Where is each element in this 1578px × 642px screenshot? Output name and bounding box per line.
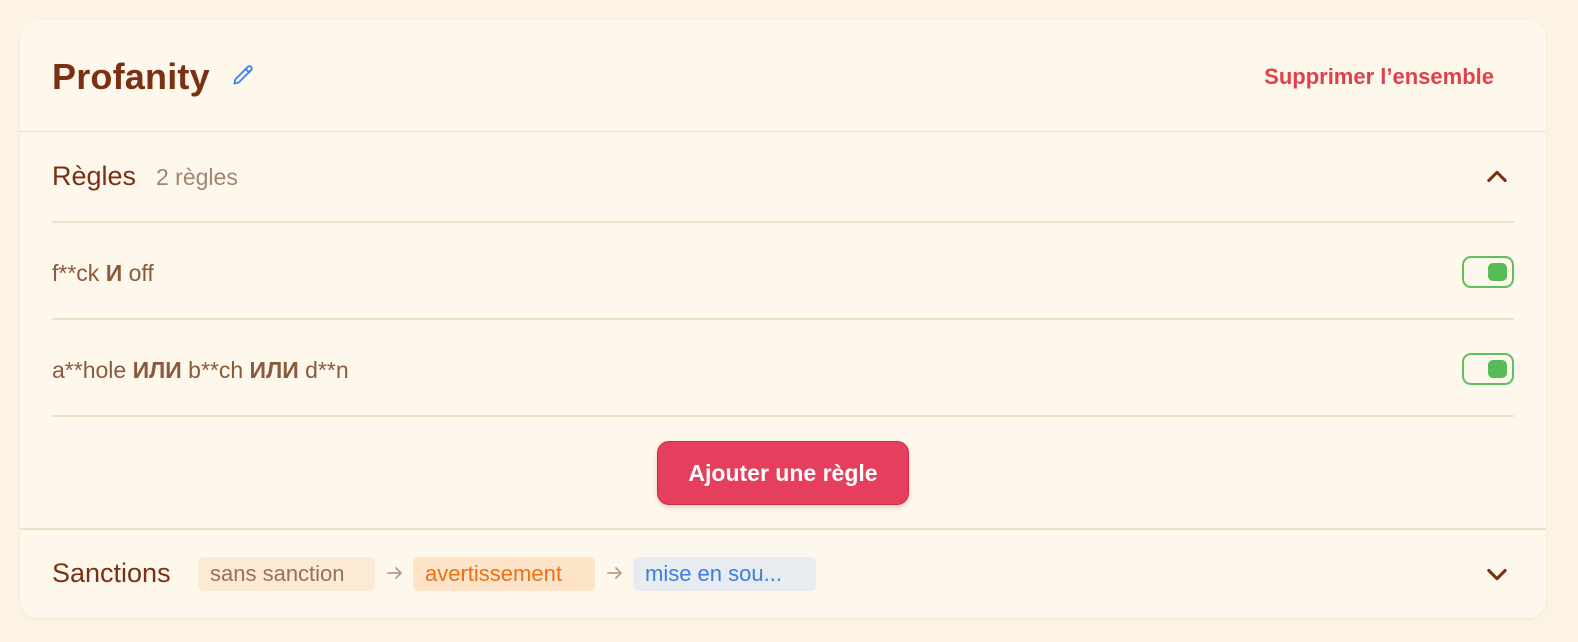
rules-section-title: Règles <box>52 161 137 191</box>
pencil-icon[interactable] <box>230 63 256 89</box>
rule-expression: a**hole ИЛИ b**ch ИЛИ d**n <box>52 357 349 384</box>
chevron-up-icon[interactable] <box>1483 163 1511 191</box>
rule-operator: ИЛИ <box>132 357 182 383</box>
sanctions-section-header[interactable]: Sanctions sans sanction avertissement mi… <box>52 530 1514 618</box>
sanctions-section-title: Sanctions <box>52 558 171 588</box>
arrow-right-icon <box>607 567 622 579</box>
sanction-chip-mute: mise en sou... <box>633 557 816 591</box>
divider <box>52 415 1514 417</box>
ruleset-title: Profanity <box>52 56 210 97</box>
rule-term: a**hole <box>52 357 127 383</box>
rules-count: 2 règles <box>156 164 238 190</box>
rule-term: off <box>128 260 154 286</box>
rule-enabled-toggle[interactable] <box>1462 256 1514 288</box>
ruleset-header: Profanity Supprimer l’ensemble <box>20 20 1546 132</box>
rule-term: f**ck <box>52 260 100 286</box>
rules-section-header[interactable]: Règles 2 règles <box>52 132 1514 222</box>
rule-term: b**ch <box>188 357 244 383</box>
ruleset-card: Profanity Supprimer l’ensemble Règles 2 … <box>20 20 1546 618</box>
sanction-chip-none: sans sanction <box>198 557 375 591</box>
toggle-knob <box>1488 360 1507 378</box>
delete-set-button[interactable]: Supprimer l’ensemble <box>1264 64 1494 90</box>
rule-row: a**hole ИЛИ b**ch ИЛИ d**n <box>52 320 1514 416</box>
rule-term: d**n <box>305 357 349 383</box>
rule-row: f**ck И off <box>52 223 1514 319</box>
chevron-down-icon[interactable] <box>1483 560 1511 588</box>
toggle-knob <box>1488 263 1507 281</box>
rule-enabled-toggle[interactable] <box>1462 353 1514 385</box>
rule-expression: f**ck И off <box>52 260 154 287</box>
rule-operator: И <box>105 260 123 286</box>
rule-operator: ИЛИ <box>249 357 299 383</box>
arrow-right-icon <box>387 567 402 579</box>
add-rule-button[interactable]: Ajouter une règle <box>657 441 909 505</box>
sanction-chip-warning: avertissement <box>413 557 595 591</box>
